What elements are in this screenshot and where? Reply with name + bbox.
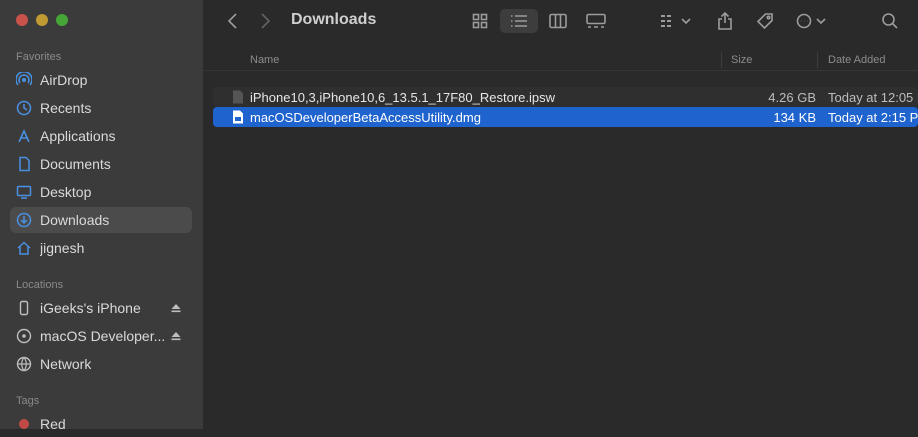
list-icon xyxy=(511,15,527,27)
window-controls xyxy=(16,14,68,26)
desktop-icon xyxy=(16,184,32,200)
chevron-down-icon xyxy=(816,18,826,25)
close-window-button[interactable] xyxy=(16,14,28,26)
sidebar-item-documents[interactable]: Documents xyxy=(10,151,192,177)
grid-icon xyxy=(472,13,488,29)
sidebar-item-label: Recents xyxy=(40,100,92,116)
sidebar-item-label: iGeeks's iPhone xyxy=(40,300,141,316)
zoom-window-button[interactable] xyxy=(56,14,68,26)
file-date-added: Today at 2:15 PM xyxy=(828,109,918,125)
file-row-selected[interactable]: macOSDeveloperBetaAccessUtility.dmg 134 … xyxy=(213,107,918,127)
group-by-button[interactable] xyxy=(655,9,695,33)
sidebar: Favorites AirDrop Recents Applications D… xyxy=(0,0,203,432)
column-header-size[interactable]: Size xyxy=(731,54,752,66)
file-name: macOSDeveloperBetaAccessUtility.dmg xyxy=(250,109,481,125)
search-icon xyxy=(882,13,898,29)
home-icon xyxy=(16,240,32,256)
sidebar-item-label: Desktop xyxy=(40,184,92,200)
red-tag-icon xyxy=(19,419,29,429)
sidebar-item-label: Red xyxy=(40,416,66,432)
tags-section-label: Tags xyxy=(16,395,40,407)
sidebar-item-label: Documents xyxy=(40,156,111,172)
airdrop-icon xyxy=(16,72,32,88)
disk-icon xyxy=(16,328,32,344)
minimize-window-button[interactable] xyxy=(36,14,48,26)
file-date-added: Today at 12:05 P xyxy=(828,89,918,105)
share-button[interactable] xyxy=(713,9,737,33)
file-size: 4.26 GB xyxy=(768,89,816,105)
sidebar-item-home[interactable]: jignesh xyxy=(10,235,192,261)
sidebar-item-recents[interactable]: Recents xyxy=(10,95,192,121)
file-size: 134 KB xyxy=(773,109,816,125)
column-header-name[interactable]: Name xyxy=(250,54,279,66)
column-divider xyxy=(721,52,722,68)
eject-icon[interactable] xyxy=(170,330,182,342)
applications-icon xyxy=(16,128,32,144)
window-title: Downloads xyxy=(291,11,377,28)
document-icon xyxy=(16,156,32,172)
disk-image-file-icon xyxy=(233,110,243,124)
column-divider xyxy=(817,52,818,68)
sidebar-item-airdrop[interactable]: AirDrop xyxy=(10,67,192,93)
sidebar-item-label: Downloads xyxy=(40,212,110,228)
sidebar-item-label: jignesh xyxy=(40,240,85,256)
chevron-right-icon xyxy=(261,13,271,29)
sidebar-item-label: macOS Developer... xyxy=(40,328,166,344)
file-icon xyxy=(233,90,243,104)
network-icon xyxy=(16,356,32,372)
ellipsis-circle-icon xyxy=(796,13,812,29)
column-view-button[interactable] xyxy=(545,9,571,33)
chevron-left-icon xyxy=(227,13,237,29)
share-icon xyxy=(718,11,732,30)
favorites-section-label: Favorites xyxy=(16,51,62,63)
list-view-button[interactable] xyxy=(500,9,538,33)
sidebar-item-label: AirDrop xyxy=(40,72,88,88)
file-list: iPhone10,3,iPhone10,6_13.5.1_17F80_Resto… xyxy=(203,72,918,429)
sidebar-item-applications[interactable]: Applications xyxy=(10,123,192,149)
gallery-icon xyxy=(586,13,606,28)
sidebar-item-desktop[interactable]: Desktop xyxy=(10,179,192,205)
group-grid-icon xyxy=(661,15,671,27)
tag-icon xyxy=(756,13,773,30)
file-browser: Downloads Name Size Date Added iPhone10,… xyxy=(203,0,918,429)
more-actions-button[interactable] xyxy=(793,9,829,33)
sidebar-item-macos-developer[interactable]: macOS Developer... xyxy=(10,323,192,349)
sidebar-item-tag-red[interactable]: Red xyxy=(10,411,192,437)
chevron-down-icon xyxy=(681,18,691,25)
search-button[interactable] xyxy=(878,9,902,33)
clock-icon xyxy=(16,100,32,116)
toolbar: Downloads xyxy=(203,0,918,42)
sidebar-item-iphone[interactable]: iGeeks's iPhone xyxy=(10,295,192,321)
sidebar-item-label: Applications xyxy=(40,128,116,144)
download-icon xyxy=(16,212,32,228)
column-header: Name Size Date Added xyxy=(203,52,918,71)
gallery-view-button[interactable] xyxy=(583,9,609,33)
file-row[interactable]: iPhone10,3,iPhone10,6_13.5.1_17F80_Resto… xyxy=(213,87,918,107)
columns-icon xyxy=(549,13,567,29)
eject-icon[interactable] xyxy=(170,302,182,314)
sidebar-item-network[interactable]: Network xyxy=(10,351,192,377)
file-name: iPhone10,3,iPhone10,6_13.5.1_17F80_Resto… xyxy=(250,89,556,105)
column-header-date-added[interactable]: Date Added xyxy=(828,54,886,66)
iphone-icon xyxy=(16,300,32,316)
icon-view-button[interactable] xyxy=(467,9,493,33)
locations-section-label: Locations xyxy=(16,279,64,291)
back-button[interactable] xyxy=(223,9,243,33)
forward-button[interactable] xyxy=(255,9,275,33)
sidebar-item-label: Network xyxy=(40,356,92,372)
tag-button[interactable] xyxy=(753,9,777,33)
sidebar-item-downloads[interactable]: Downloads xyxy=(10,207,192,233)
